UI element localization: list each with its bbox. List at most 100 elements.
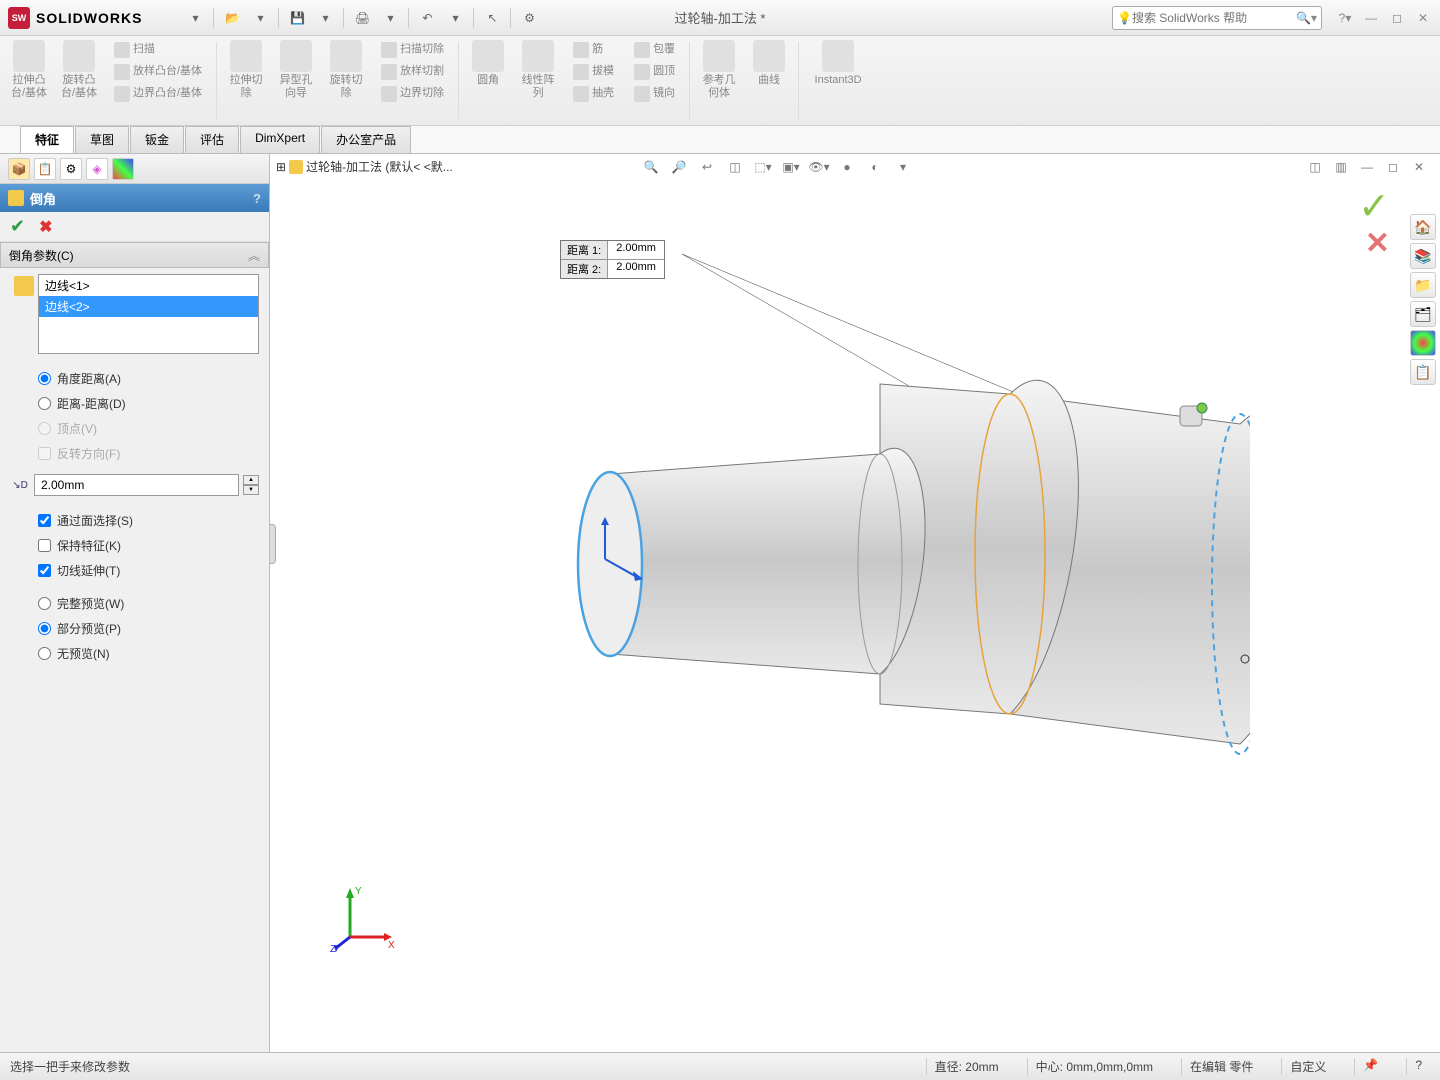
dome-button[interactable]: 圆顶 — [630, 62, 679, 82]
check-through-face[interactable]: 通过面选择(S) — [38, 508, 259, 533]
prev-view-icon[interactable]: ↩ — [696, 156, 718, 178]
appearance-icon[interactable]: ● — [836, 156, 858, 178]
home-icon[interactable]: 🏠 — [1410, 214, 1436, 240]
rib-button[interactable]: 筋 — [569, 40, 618, 60]
confirm-check-icon[interactable]: ✓ — [1358, 184, 1390, 229]
confirm-cancel-icon[interactable]: ✕ — [1365, 226, 1390, 261]
instant3d-button[interactable]: Instant3D — [803, 38, 873, 123]
check-tangent-prop[interactable]: 切线延伸(T) — [38, 558, 259, 583]
dimxpert-tab-icon[interactable]: ◈ — [86, 158, 108, 180]
tab-features[interactable]: 特征 — [20, 126, 74, 153]
appearances-icon[interactable] — [1410, 330, 1436, 356]
expand-icon[interactable]: ⊞ — [276, 160, 286, 174]
ok-icon[interactable]: ✔ — [10, 216, 25, 237]
ref-geom-button[interactable]: 参考几 何体 — [694, 38, 744, 123]
rebuild-icon[interactable]: ▾ — [442, 6, 468, 30]
revolve-cut-button[interactable]: 旋转切 除 — [321, 38, 371, 123]
print-dropdown-icon[interactable]: ▾ — [377, 6, 403, 30]
tab-dimxpert[interactable]: DimXpert — [240, 126, 320, 153]
search-icon[interactable]: 🔍▾ — [1296, 11, 1317, 25]
tab-sketch[interactable]: 草图 — [75, 126, 129, 153]
shell-button[interactable]: 抽壳 — [569, 84, 618, 104]
display-style-icon[interactable]: ▣▾ — [780, 156, 802, 178]
loft-cut-button[interactable]: 放样切割 — [377, 62, 448, 82]
extrude-boss-button[interactable]: 拉伸凸 台/基体 — [4, 38, 54, 123]
flyout-handle[interactable]: ⋮ — [270, 524, 276, 564]
feature-tree-tab-icon[interactable]: 📦 — [8, 158, 30, 180]
custom-props-icon[interactable]: 📋 — [1410, 359, 1436, 385]
check-keep-feature[interactable]: 保持特征(K) — [38, 533, 259, 558]
close-icon[interactable]: ✕ — [1414, 9, 1432, 27]
vp-minimize-icon[interactable]: — — [1356, 156, 1378, 178]
search-input[interactable] — [1132, 11, 1296, 25]
3d-viewport[interactable]: ⋮ ⊞ 过轮轴-加工法 (默认< <默... 🔍 🔎 ↩ ◫ ⬚▾ ▣▾ 👁▾ … — [270, 154, 1440, 1052]
zoom-area-icon[interactable]: 🔎 — [668, 156, 690, 178]
view-settings-icon[interactable]: ▾ — [892, 156, 914, 178]
new-file-icon[interactable]: ▾ — [182, 6, 208, 30]
spinner-up-icon[interactable]: ▲ — [243, 475, 259, 485]
help-icon[interactable]: ?▾ — [1336, 9, 1354, 27]
tab-sheetmetal[interactable]: 钣金 — [130, 126, 184, 153]
maximize-icon[interactable]: ◻ — [1388, 9, 1406, 27]
sweep-button[interactable]: 扫描 — [110, 40, 206, 60]
property-tab-icon[interactable]: 📋 — [34, 158, 56, 180]
collapse-icon[interactable]: ︽ — [248, 247, 260, 264]
undo-icon[interactable]: ↶ — [414, 6, 440, 30]
boundary-boss-button[interactable]: 边界凸台/基体 — [110, 84, 206, 104]
options-icon[interactable]: ⚙ — [516, 6, 542, 30]
radio-distance-distance[interactable]: 距离-距离(D) — [38, 391, 259, 416]
extrude-cut-button[interactable]: 拉伸切 除 — [221, 38, 271, 123]
status-pin-icon[interactable]: 📌 — [1354, 1058, 1386, 1075]
radio-angle-distance[interactable]: 角度距离(A) — [38, 366, 259, 391]
search-box[interactable]: 💡 🔍▾ — [1112, 6, 1322, 30]
edge-item-2[interactable]: 边线<2> — [39, 296, 258, 317]
revolve-boss-button[interactable]: 旋转凸 台/基体 — [54, 38, 104, 123]
boundary-cut-button[interactable]: 边界切除 — [377, 84, 448, 104]
status-help-icon[interactable]: ? — [1406, 1058, 1430, 1075]
vp-tile-icon[interactable]: ◫ — [1304, 156, 1326, 178]
select-icon[interactable]: ↖ — [479, 6, 505, 30]
radio-no-preview[interactable]: 无预览(N) — [38, 641, 259, 666]
tab-office[interactable]: 办公室产品 — [321, 126, 411, 153]
status-custom[interactable]: 自定义 — [1281, 1058, 1334, 1075]
orientation-triad[interactable]: Y X Z — [330, 882, 400, 952]
feature-help-icon[interactable]: ? — [253, 191, 261, 206]
draft-button[interactable]: 拔模 — [569, 62, 618, 82]
hole-wizard-button[interactable]: 异型孔 向导 — [271, 38, 321, 123]
view-palette-icon[interactable]: 🗂 — [1410, 301, 1436, 327]
save-icon[interactable]: 💾 — [284, 6, 310, 30]
print-icon[interactable]: 🖨 — [349, 6, 375, 30]
radio-partial-preview[interactable]: 部分预览(P) — [38, 616, 259, 641]
design-library-icon[interactable]: 📚 — [1410, 243, 1436, 269]
breadcrumb[interactable]: ⊞ 过轮轴-加工法 (默认< <默... — [276, 158, 453, 175]
open-dropdown-icon[interactable]: ▾ — [247, 6, 273, 30]
wrap-button[interactable]: 包覆 — [630, 40, 679, 60]
open-icon[interactable]: 📂 — [219, 6, 245, 30]
vp-close-icon[interactable]: ✕ — [1408, 156, 1430, 178]
edge-selection-list[interactable]: 边线<1> 边线<2> — [38, 274, 259, 354]
loft-boss-button[interactable]: 放样凸台/基体 — [110, 62, 206, 82]
fillet-button[interactable]: 圆角 — [463, 38, 513, 123]
minimize-icon[interactable]: — — [1362, 9, 1380, 27]
linear-pattern-button[interactable]: 线性阵 列 — [513, 38, 563, 123]
curves-button[interactable]: 曲线 — [744, 38, 794, 123]
section-view-icon[interactable]: ◫ — [724, 156, 746, 178]
scene-icon[interactable]: ◐ — [864, 156, 886, 178]
mirror-button[interactable]: 镜向 — [630, 84, 679, 104]
vp-maximize-icon[interactable]: ◻ — [1382, 156, 1404, 178]
tab-evaluate[interactable]: 评估 — [185, 126, 239, 153]
vp-tile2-icon[interactable]: ▥ — [1330, 156, 1352, 178]
radio-full-preview[interactable]: 完整预览(W) — [38, 591, 259, 616]
cancel-icon[interactable]: ✖ — [39, 217, 52, 237]
sweep-cut-button[interactable]: 扫描切除 — [377, 40, 448, 60]
distance-input[interactable] — [34, 474, 239, 496]
zoom-fit-icon[interactable]: 🔍 — [640, 156, 662, 178]
view-orientation-icon[interactable]: ⬚▾ — [752, 156, 774, 178]
file-explorer-icon[interactable]: 📁 — [1410, 272, 1436, 298]
chamfer-params-header[interactable]: 倒角参数(C) ︽ — [0, 242, 269, 268]
spinner-down-icon[interactable]: ▼ — [243, 485, 259, 495]
save-dropdown-icon[interactable]: ▾ — [312, 6, 338, 30]
edge-item-1[interactable]: 边线<1> — [39, 275, 258, 296]
hide-show-icon[interactable]: 👁▾ — [808, 156, 830, 178]
appearance-tab-icon[interactable] — [112, 158, 134, 180]
